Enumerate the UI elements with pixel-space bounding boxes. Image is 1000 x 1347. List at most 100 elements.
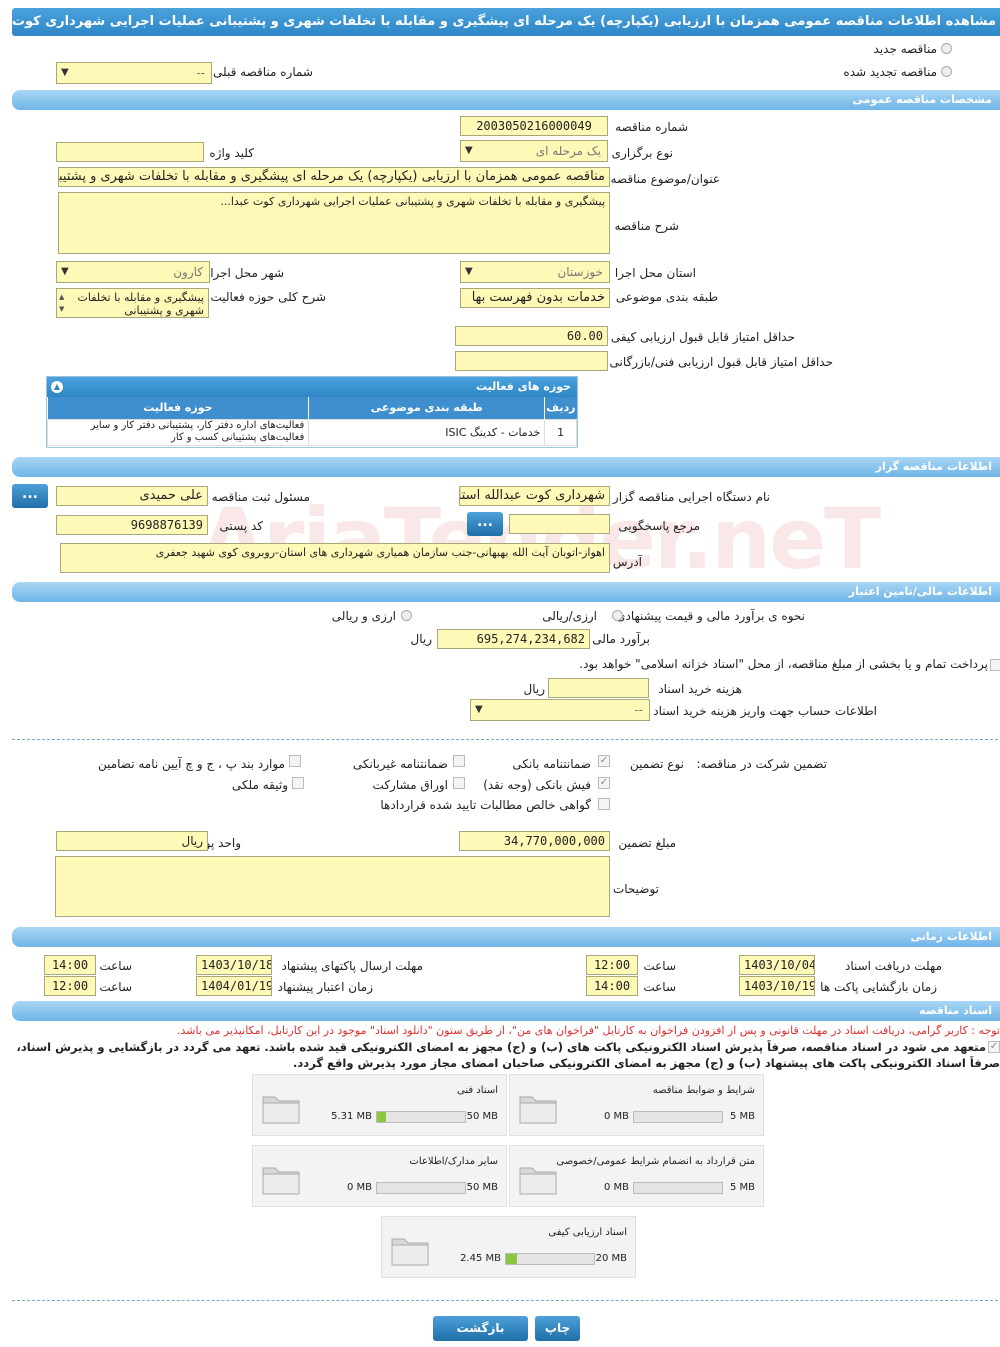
file-max-size: 5 MB <box>729 1182 755 1193</box>
validity-time-label: ساعت <box>99 980 132 994</box>
org-name-field[interactable]: شهرداری کوت عبدالله استان <box>459 486 610 506</box>
min-quality-field[interactable]: 60.00 <box>455 326 608 346</box>
estimate-label: برآورد مالی <box>592 632 650 646</box>
scroll-arrows-icon[interactable]: ▲ ▼ <box>59 291 64 315</box>
registrar-field[interactable]: علی حمیدی <box>56 486 208 506</box>
opening-time[interactable]: 14:00 <box>586 976 638 996</box>
col-field: حوزه فعالیت <box>143 401 213 415</box>
fx-and-rial-radio[interactable] <box>401 610 412 621</box>
guarantee-notes-label: توضیحات <box>612 882 659 896</box>
file-box[interactable]: اسناد فنی 50 MB 5.31 MB <box>252 1074 507 1136</box>
file-max-size: 50 MB <box>466 1182 498 1193</box>
file-box[interactable]: شرایط و ضوابط مناقصه 5 MB 0 MB <box>509 1074 764 1136</box>
file-max-size: 5 MB <box>729 1111 755 1122</box>
org-name-label: نام دستگاه اجرایی مناقصه گزار <box>612 490 770 504</box>
property-checkbox[interactable] <box>292 777 304 789</box>
print-button[interactable]: چاپ <box>535 1316 580 1341</box>
claims-label: گواهی خالص مطالبات تایید شده قراردادها <box>380 798 591 812</box>
category-label: طبقه بندی موضوعی <box>615 290 718 304</box>
claims-checkbox[interactable] <box>598 798 610 810</box>
city-select[interactable]: کارون ▼ <box>56 261 210 283</box>
page-title: مشاهده اطلاعات مناقصه عمومی همزمان با ار… <box>12 8 1000 36</box>
folder-icon <box>262 1096 300 1124</box>
folder-icon <box>519 1096 557 1124</box>
file-current-size: 0 MB <box>603 1182 629 1193</box>
registrar-lookup-button[interactable]: ... <box>12 484 48 508</box>
bonds-checkbox[interactable] <box>453 777 465 789</box>
file-progress-fill <box>506 1254 517 1264</box>
estimate-field[interactable]: 695,274,234,682 <box>437 629 590 649</box>
col-category: طبقه بندی موضوعی <box>308 397 545 419</box>
treasury-checkbox[interactable] <box>990 659 1000 671</box>
estimate-currency: ریال <box>410 632 432 646</box>
guarantee-title: تضمین شرکت در مناقصه: <box>696 757 827 771</box>
col-row-no: ردیف <box>544 397 577 419</box>
send-deadline-date[interactable]: 1403/10/18 <box>196 955 272 975</box>
bank-guarantee-checkbox[interactable]: ✓ <box>598 755 610 767</box>
nonbank-guarantee-label: ضمانتنامه غیربانکی <box>352 757 448 771</box>
divider <box>12 739 998 740</box>
postal-field[interactable]: 9698876139 <box>56 515 208 535</box>
file-progress <box>505 1253 595 1265</box>
address-label: آدرس <box>612 555 642 569</box>
file-box[interactable]: اسناد ارزیابی کیفی 20 MB 2.45 MB <box>381 1216 636 1278</box>
holding-type-select[interactable]: یک مرحله ای ▼ <box>460 140 608 162</box>
validity-date[interactable]: 1404/01/19 <box>196 976 272 996</box>
file-box[interactable]: سایر مدارک/اطلاعات 50 MB 0 MB <box>252 1145 507 1207</box>
section-organizer: اطلاعات مناقصه گزار <box>12 457 1000 477</box>
account-select[interactable]: -- ▼ <box>470 699 650 721</box>
province-select[interactable]: خوزستان ▼ <box>460 261 610 283</box>
fx-and-rial-label: ارزی و ریالی <box>331 609 396 623</box>
file-progress-fill <box>377 1112 387 1122</box>
guarantee-unit-field[interactable]: ریال <box>56 831 208 851</box>
doc-fee-field[interactable] <box>548 678 649 698</box>
validity-time[interactable]: 12:00 <box>44 976 96 996</box>
guarantee-amount-field[interactable]: 34,770,000,000 <box>459 831 610 851</box>
section-general: مشخصات مناقصه عمومی <box>12 90 1000 110</box>
file-box[interactable]: متن قرارداد به انضمام شرایط عمومی/خصوصی … <box>509 1145 764 1207</box>
file-progress <box>376 1182 466 1194</box>
description-label: شرح مناقصه <box>614 219 679 233</box>
chevron-down-icon: ▼ <box>61 266 69 277</box>
renewed-tender-radio[interactable] <box>941 66 952 77</box>
account-value: -- <box>634 703 643 717</box>
file-progress <box>633 1182 723 1194</box>
min-tech-field[interactable] <box>455 351 608 371</box>
send-deadline-label: مهلت ارسال پاکتهای پیشنهاد <box>281 959 423 973</box>
category-field[interactable]: خدمات بدون فهرست بها <box>460 288 610 308</box>
activity-desc-field[interactable]: پیشگیری و مقابله با تخلفات شهری و پشتیبا… <box>56 288 209 318</box>
description-field[interactable]: پیشگیری و مقابله با تخلفات شهری و پشتیبا… <box>58 192 610 254</box>
collapse-icon[interactable]: ▲ <box>51 381 63 393</box>
address-field[interactable]: اهواز-اتوبان آیت الله بهبهانی-جنب سازمان… <box>60 543 610 573</box>
holding-type-label: نوع برگزاری <box>611 146 673 160</box>
activity-desc-value: پیشگیری و مقابله با تخلفات شهری و پشتیبا… <box>77 291 204 317</box>
opening-date[interactable]: 1403/10/19 <box>739 976 815 996</box>
receive-deadline-time[interactable]: 12:00 <box>586 955 638 975</box>
clauses-checkbox[interactable] <box>289 755 301 767</box>
registrar-label: مسئول ثبت مناقصه <box>211 490 310 504</box>
rial-fx-radio[interactable] <box>612 610 623 621</box>
activities-table: ردیف طبقه بندی موضوعی حوزه فعالیت 1 خدما… <box>46 397 577 446</box>
commit-line-1: متعهد می شود در اسناد مناقصه، صرفاً پذیر… <box>16 1040 986 1054</box>
tender-no-field[interactable]: 2003050216000049 <box>460 116 608 136</box>
keyword-field[interactable] <box>56 142 204 162</box>
commit-line-2: صرفاً اسناد الکترونیکی پاکت های پیشنهاد … <box>293 1056 1000 1070</box>
commit-checkbox[interactable]: ✓ <box>988 1041 1000 1053</box>
send-deadline-time[interactable]: 14:00 <box>44 955 96 975</box>
reference-field[interactable] <box>509 514 610 534</box>
nonbank-guarantee-checkbox[interactable] <box>453 755 465 767</box>
postal-label: کد پستی <box>219 519 264 533</box>
prev-tender-no-select[interactable]: -- ▼ <box>56 62 212 84</box>
file-current-size: 0 MB <box>346 1182 372 1193</box>
bank-receipt-checkbox[interactable]: ✓ <box>598 777 610 789</box>
activities-title: حوزه های فعالیت <box>476 380 571 393</box>
receive-deadline-date[interactable]: 1403/10/04 <box>739 955 815 975</box>
reference-lookup-button[interactable]: ... <box>467 512 503 536</box>
new-tender-radio[interactable] <box>941 43 952 54</box>
guarantee-notes-field[interactable] <box>55 856 610 917</box>
back-button[interactable]: بازگشت <box>433 1316 528 1341</box>
file-progress <box>633 1111 723 1123</box>
file-max-size: 50 MB <box>466 1111 498 1122</box>
subject-field[interactable]: مناقصه عمومی همزمان با ارزیابی (یکپارچه)… <box>58 167 610 187</box>
renewed-tender-label: مناقصه تجدید شده <box>843 65 937 79</box>
